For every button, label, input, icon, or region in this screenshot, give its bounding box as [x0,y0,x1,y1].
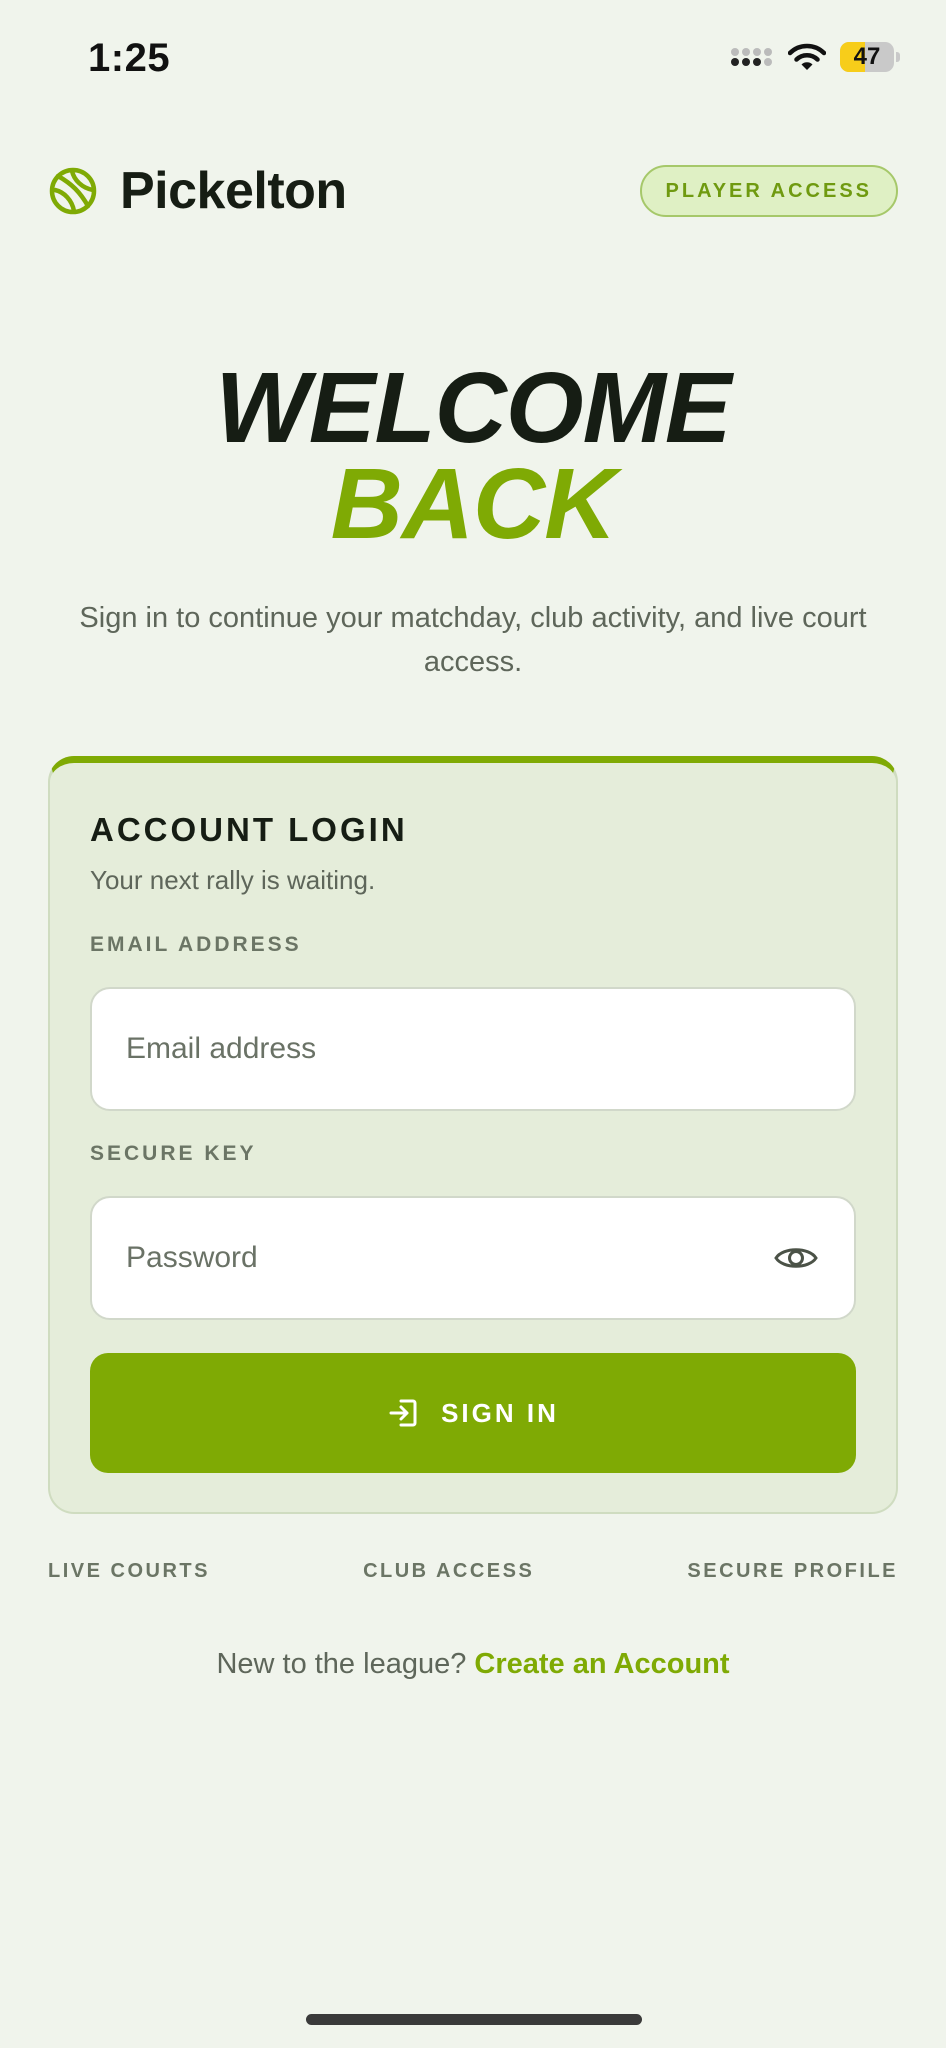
hero-title: WELCOME BACK [0,352,946,560]
password-input[interactable] [126,1241,772,1275]
feature-list: LIVE COURTS CLUB ACCESS SECURE PROFILE [48,1560,898,1583]
battery-level: 47 [853,43,881,70]
player-access-badge: PLAYER ACCESS [639,165,898,217]
signup-prompt: New to the league? Create an Account [0,1648,946,1681]
card-subtitle: Your next rally is waiting. [90,865,376,895]
card-title: ACCOUNT LOGIN [90,811,408,848]
email-field[interactable] [90,987,856,1111]
feature-secure-profile: SECURE PROFILE [687,1560,898,1582]
password-field[interactable] [90,1196,856,1320]
sign-in-label: SIGN IN [441,1397,559,1428]
pickleball-icon [49,167,97,215]
battery-icon: 47 [840,42,894,72]
feature-club-access: CLUB ACCESS [363,1560,535,1582]
status-time: 1:25 [88,36,171,80]
hero-line-welcome: WELCOME [215,352,731,464]
sign-in-button[interactable]: SIGN IN [90,1353,856,1473]
status-icons: 47 [730,42,900,72]
hero-line-back: BACK [330,448,617,560]
brand-name: Pickelton [120,162,347,220]
status-bar: 1:25 47 [0,0,946,120]
battery-tip [896,52,900,62]
brand[interactable]: Pickelton [48,161,347,221]
email-label: EMAIL ADDRESS [90,933,302,956]
app-header: Pickelton PLAYER ACCESS [48,160,898,222]
hero-subtitle: Sign in to continue your matchday, club … [79,602,867,678]
email-input[interactable] [126,1032,820,1066]
sign-in-arrow-icon [389,1399,417,1427]
cellular-signal-icon [731,48,772,66]
eye-icon [774,1248,818,1268]
login-card: ACCOUNT LOGIN Your next rally is waiting… [48,756,898,1514]
show-password-toggle[interactable] [772,1234,820,1282]
create-account-link[interactable]: Create an Account [474,1648,729,1680]
signup-prompt-text: New to the league? [216,1648,467,1680]
home-indicator[interactable] [306,2014,642,2025]
password-label: SECURE KEY [90,1142,257,1165]
feature-live-courts: LIVE COURTS [48,1560,210,1582]
wifi-icon [788,43,826,70]
